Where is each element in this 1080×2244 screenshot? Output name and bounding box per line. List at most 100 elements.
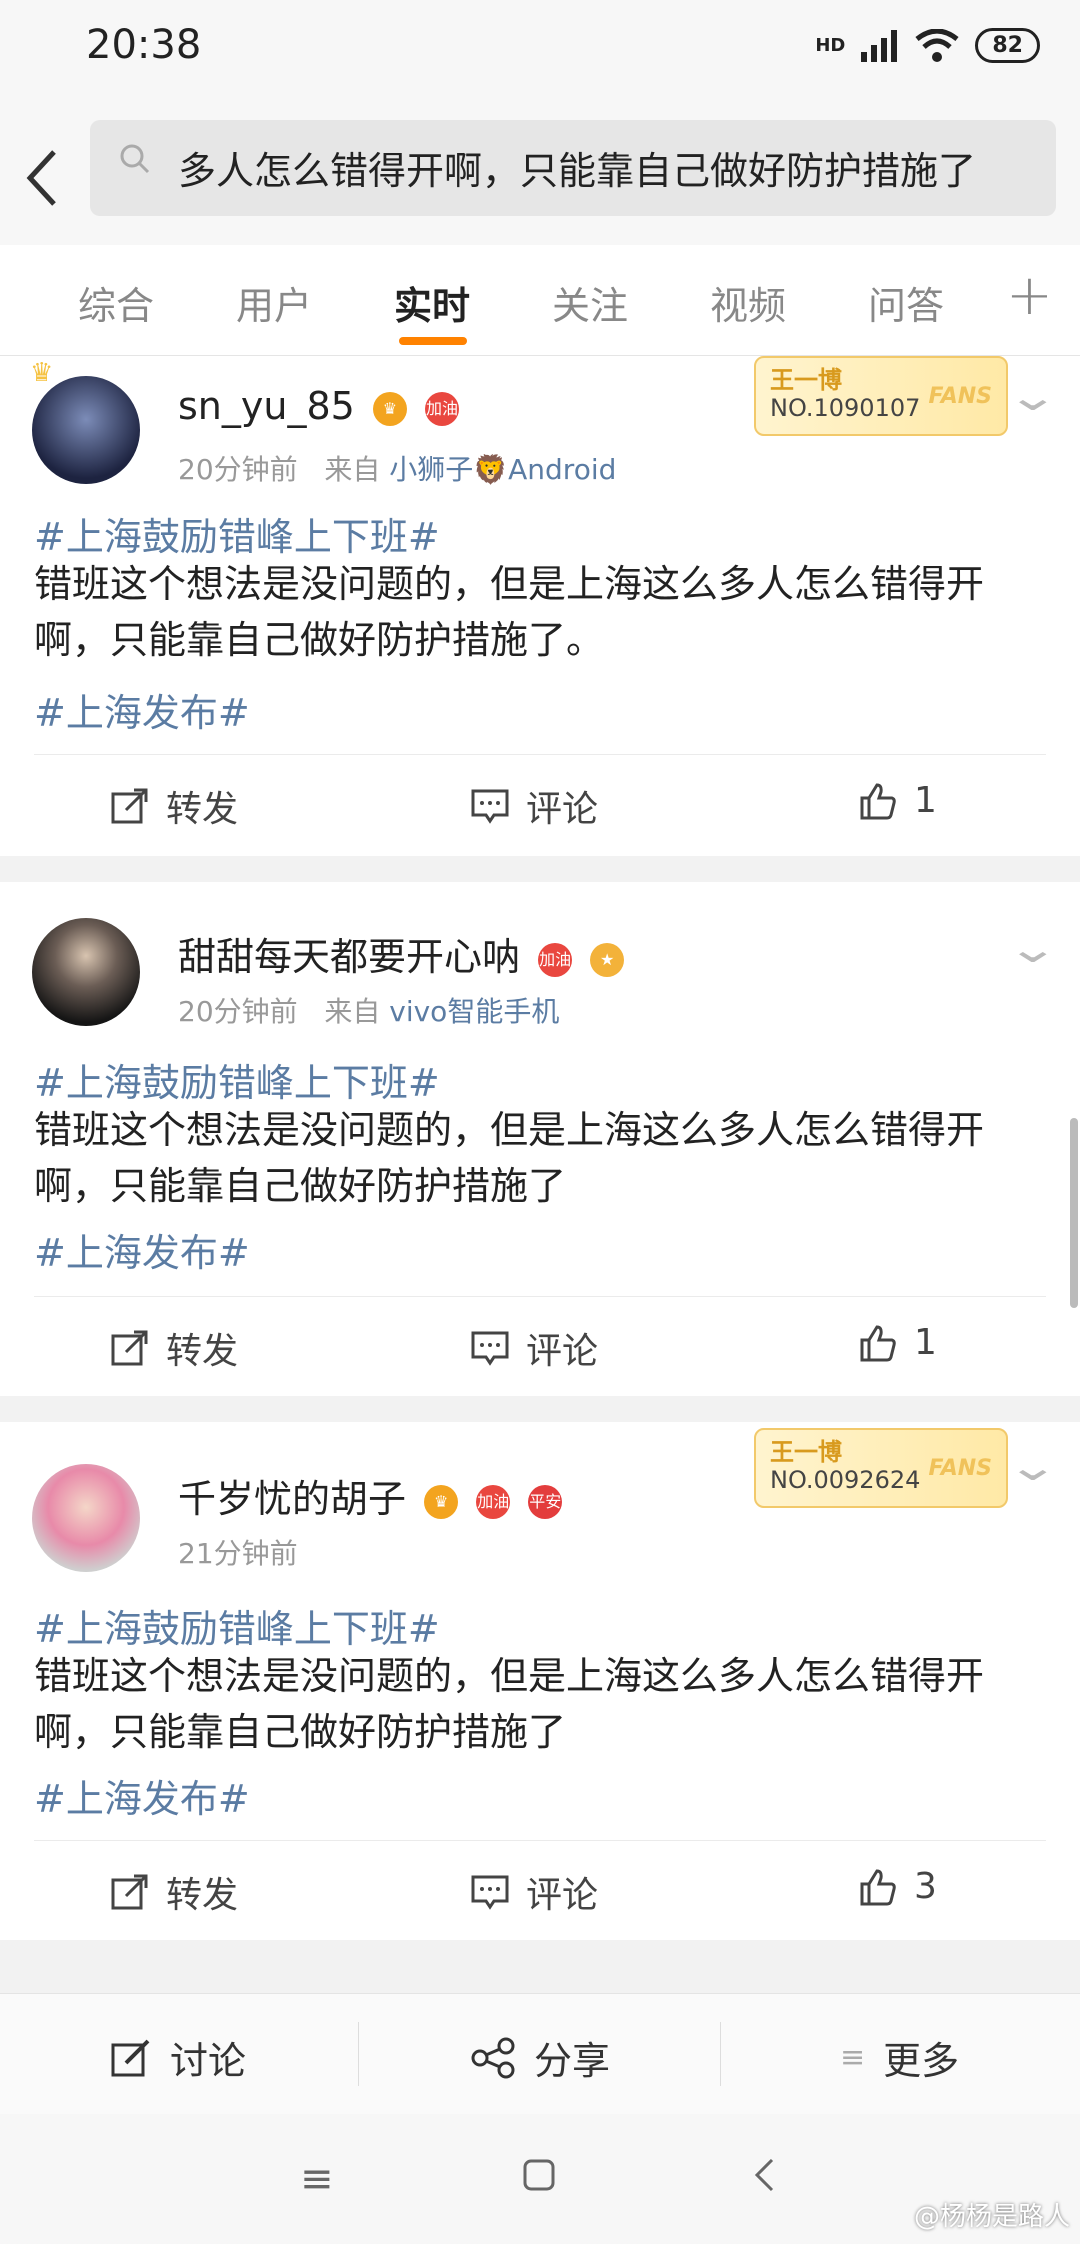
post-from-label: 来自 [324, 995, 381, 1028]
comment-button[interactable]: 评论 [470, 780, 598, 832]
fans-number: NO.0092624 [770, 1466, 921, 1494]
post-meta: 20分钟前 来自 vivo智能手机 [178, 990, 559, 1030]
tab-following[interactable]: 关注 [552, 275, 628, 330]
active-tab-indicator [399, 337, 467, 345]
discuss-button[interactable]: 讨论 [110, 2030, 246, 2085]
divider [34, 1840, 1046, 1841]
tab-bar: 综合 用户 实时 关注 视频 问答 + [0, 245, 1080, 356]
vip-crown-icon: ♛ [424, 1484, 459, 1519]
menu-icon: ≡ [840, 2040, 866, 2075]
back-nav-icon[interactable] [752, 2156, 776, 2204]
home-icon[interactable] [522, 2156, 556, 2202]
tab-qa[interactable]: 问答 [868, 275, 944, 330]
comment-button[interactable]: 评论 [470, 1322, 598, 1374]
divider [34, 754, 1046, 755]
vip-crown-icon: ♛ [372, 391, 407, 426]
topic-link[interactable]: #上海发布# [34, 1768, 250, 1823]
comment-icon [471, 789, 509, 824]
post-time: 21分钟前 [178, 1537, 298, 1570]
fans-tag: FANS [928, 384, 992, 409]
medal-icon: ★ [590, 942, 625, 977]
post-card: ♛ sn_yu_85 ♛ 加油 20分钟前 来自 小狮子🦁Android 王一博… [0, 356, 1080, 856]
repost-icon [111, 1874, 148, 1910]
topic-link[interactable]: #上海鼓励错峰上下班# [34, 506, 440, 561]
repost-label: 转发 [166, 1331, 239, 1372]
chevron-down-icon[interactable]: ⌄ [1006, 374, 1060, 420]
search-input[interactable]: 多人怎么错得开啊，只能靠自己做好防护措施了 [90, 120, 1056, 216]
comment-label: 评论 [526, 789, 599, 830]
avatar[interactable] [32, 918, 140, 1026]
back-button[interactable] [22, 140, 72, 210]
like-count: 1 [914, 780, 937, 821]
like-button[interactable]: 1 [858, 780, 937, 821]
menu-icon[interactable]: ≡ [300, 2156, 334, 2202]
topic-link[interactable]: #上海鼓励错峰上下班# [34, 1598, 440, 1653]
more-label: 更多 [883, 2039, 960, 2083]
avatar[interactable] [32, 376, 140, 484]
like-count: 1 [914, 1322, 937, 1363]
topic-link[interactable]: #上海鼓励错峰上下班# [34, 1052, 440, 1107]
user-name-text: sn_yu_85 [178, 384, 355, 428]
scrollbar[interactable] [1070, 1118, 1078, 1308]
user-name-text: 甜甜每天都要开心呐 [178, 935, 521, 979]
ping-an-badge: 平安 [528, 1484, 563, 1519]
bottom-action-bar: 讨论 分享 ≡ 更多 [0, 1993, 1080, 2114]
post-card: 甜甜每天都要开心呐 加油 ★ 20分钟前 来自 vivo智能手机 ⌄ #上海鼓励… [0, 882, 1080, 1396]
share-button[interactable]: 分享 [470, 2030, 610, 2085]
fans-tag: FANS [928, 1456, 992, 1481]
share-icon [471, 2037, 515, 2078]
divider [358, 2022, 359, 2086]
chevron-down-icon[interactable]: ⌄ [1006, 1444, 1060, 1490]
user-name[interactable]: 甜甜每天都要开心呐 加油 ★ [178, 926, 625, 981]
topic-link[interactable]: #上海发布# [34, 1222, 250, 1277]
repost-button[interactable]: 转发 [110, 1322, 238, 1374]
wifi-icon [915, 28, 959, 62]
fans-badge[interactable]: 王一博 NO.1090107 FANS [754, 356, 1008, 436]
thumbs-up-icon [860, 1868, 896, 1905]
repost-label: 转发 [166, 789, 239, 830]
repost-button[interactable]: 转发 [110, 1866, 238, 1918]
share-label: 分享 [534, 2039, 611, 2083]
repost-icon [111, 788, 148, 824]
status-time: 20:38 [86, 22, 202, 68]
discuss-label: 讨论 [170, 2039, 247, 2083]
search-header: 多人怎么错得开啊，只能靠自己做好防护措施了 [0, 110, 1080, 245]
post-body: 错班这个想法是没问题的，但是上海这么多人怎么错得开啊，只能靠自己做好防护措施了 [34, 1108, 985, 1208]
square-icon [523, 2159, 555, 2191]
chevron-left-icon [26, 150, 56, 206]
chevron-down-icon[interactable]: ⌄ [1006, 926, 1060, 972]
hd-label: HD [815, 35, 846, 56]
thumbs-up-icon [860, 782, 896, 819]
user-name[interactable]: 千岁忧的胡子 ♛ 加油 平安 [178, 1468, 563, 1523]
comment-button[interactable]: 评论 [470, 1866, 598, 1918]
tab-users[interactable]: 用户 [236, 275, 312, 330]
tab-comprehensive[interactable]: 综合 [78, 275, 154, 330]
thumbs-up-icon [860, 1324, 896, 1361]
search-icon [120, 144, 150, 174]
like-button[interactable]: 1 [858, 1322, 937, 1363]
post-source[interactable]: 小狮子🦁Android [389, 453, 616, 486]
comment-icon [471, 1331, 509, 1366]
tab-realtime[interactable]: 实时 [394, 275, 470, 330]
post-card: 千岁忧的胡子 ♛ 加油 平安 21分钟前 王一博 NO.0092624 FANS… [0, 1422, 1080, 1940]
topic-link[interactable]: #上海发布# [34, 682, 250, 737]
avatar[interactable] [32, 1464, 140, 1572]
repost-button[interactable]: 转发 [110, 780, 238, 832]
status-icons: HD 82 [815, 28, 1040, 63]
post-source[interactable]: vivo智能手机 [389, 995, 559, 1028]
watermark: @杨杨是路人 [913, 2202, 1070, 2232]
comment-icon [471, 1875, 509, 1910]
post-time: 20分钟前 [178, 453, 298, 486]
user-name[interactable]: sn_yu_85 ♛ 加油 [178, 384, 459, 428]
fans-badge[interactable]: 王一博 NO.0092624 FANS [754, 1428, 1008, 1508]
like-button[interactable]: 3 [858, 1866, 937, 1907]
tab-video[interactable]: 视频 [710, 275, 786, 330]
add-tab-icon[interactable]: + [1006, 263, 1053, 328]
post-body: 错班这个想法是没问题的，但是上海这么多人怎么错得开啊，只能靠自己做好防护措施了。 [34, 562, 985, 662]
fans-number: NO.1090107 [770, 394, 921, 422]
more-button[interactable]: ≡ 更多 [840, 2030, 959, 2085]
repost-label: 转发 [166, 1875, 239, 1916]
battery-indicator: 82 [975, 28, 1040, 63]
post-body: 错班这个想法是没问题的，但是上海这么多人怎么错得开啊，只能靠自己做好防护措施了 [34, 1654, 985, 1754]
repost-icon [111, 1330, 148, 1366]
